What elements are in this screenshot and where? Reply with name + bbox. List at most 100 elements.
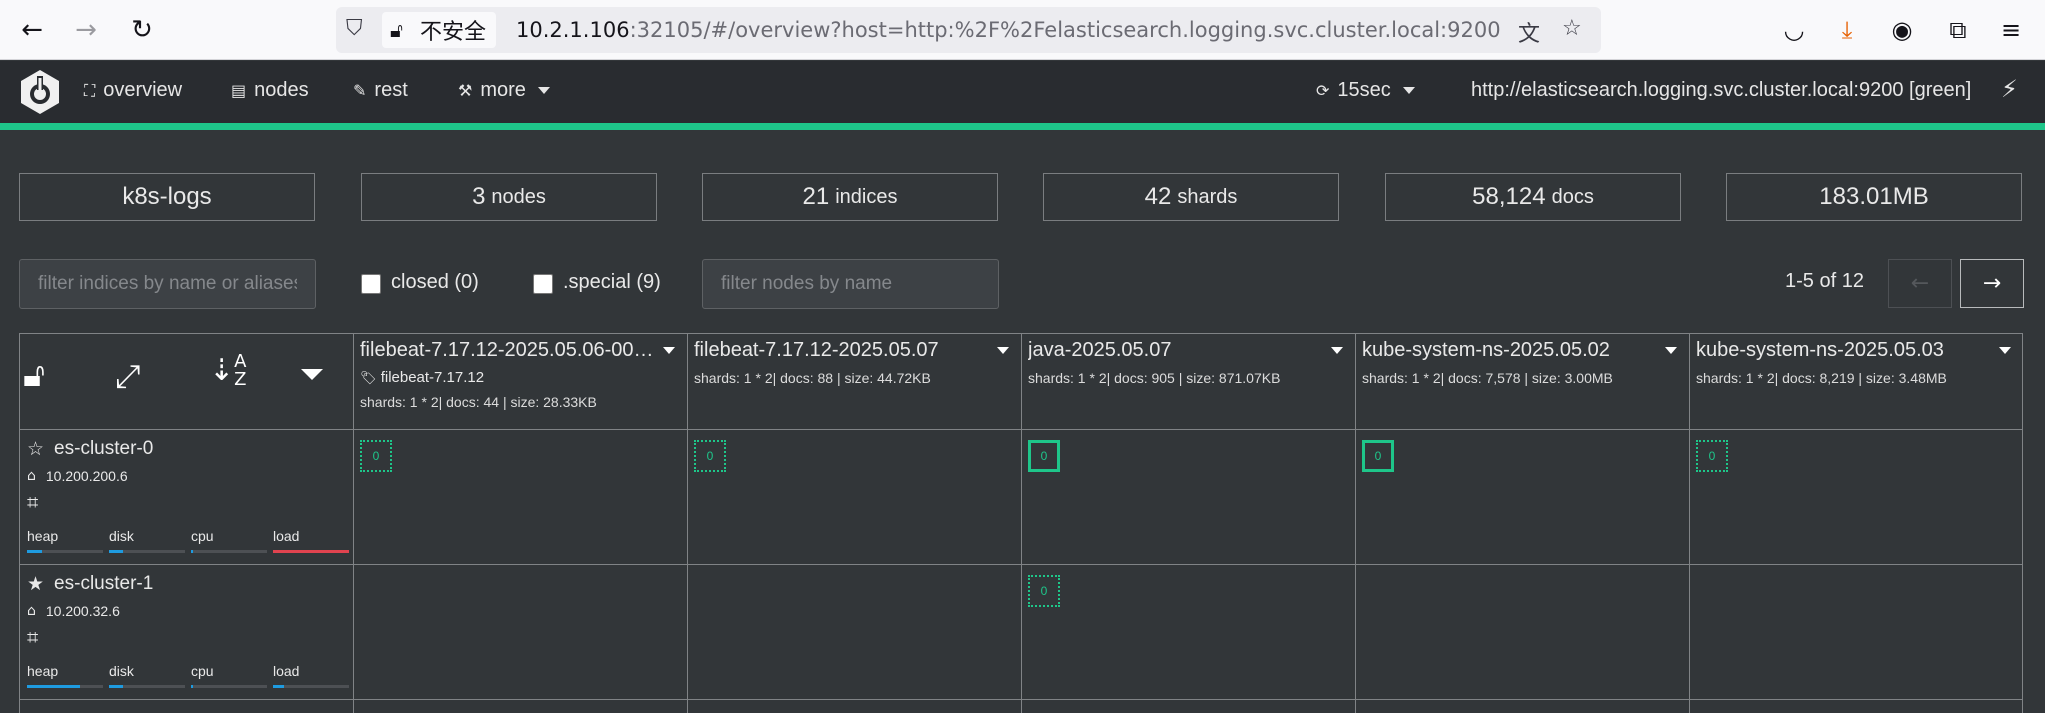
indices-unit: indices	[835, 185, 898, 208]
nav-overview[interactable]: ⛶ overview	[84, 79, 182, 102]
replica-shard[interactable]: 0	[1028, 575, 1060, 607]
primary-shard[interactable]: 0	[1028, 440, 1060, 472]
shards-unit: shards	[1177, 185, 1238, 208]
refresh-interval-label: 15sec	[1337, 79, 1391, 101]
index-name[interactable]: filebeat-7.17.12-2025.05.06-000001	[360, 339, 660, 362]
plug-icon[interactable]: ⚡	[2001, 75, 2018, 103]
replica-shard[interactable]: 0	[360, 440, 392, 472]
closed-filter[interactable]: closed (0)	[361, 270, 479, 294]
replica-shard[interactable]: 0	[694, 440, 726, 472]
pocket-icon[interactable]: ◡	[1776, 12, 1812, 48]
reload-icon[interactable]: ↻	[124, 12, 160, 48]
metric-label: disk	[109, 528, 134, 544]
metric-bar-fill	[27, 550, 43, 553]
index-header[interactable]: java-2025.05.07 shards: 1 * 2| docs: 905 …	[1022, 333, 1355, 429]
app-navbar: ⛶ overview ▤ nodes ✎ rest ⚒ more ⟳ 15sec…	[0, 61, 2045, 123]
sitemap-icon: ⛶	[84, 80, 96, 100]
shield-icon[interactable]: ⛉	[346, 16, 363, 41]
closed-checkbox[interactable]	[361, 274, 381, 294]
index-name[interactable]: filebeat-7.17.12-2025.05.07	[694, 339, 994, 362]
sort-alpha-icon[interactable]: ⇣A Z	[209, 353, 246, 389]
chevron-down-icon[interactable]	[997, 347, 1009, 354]
index-header[interactable]: kube-system-ns-2025.05.02 shards: 1 * 2| …	[1356, 333, 1689, 429]
refresh-icon: ⟳	[1316, 81, 1330, 100]
menu-icon[interactable]: ≡	[1993, 12, 2029, 48]
back-icon[interactable]: ←	[14, 12, 50, 48]
docs-unit: docs	[1551, 185, 1594, 208]
index-meta: shards: 1 * 2| docs: 8,219 | size: 3.48M…	[1696, 370, 1947, 386]
metric-bar	[191, 685, 267, 688]
extensions-icon[interactable]: ⧉	[1940, 12, 1976, 48]
metric-label: load	[273, 528, 300, 544]
hdd-icon: ⌂	[27, 468, 36, 484]
index-name[interactable]: kube-system-ns-2025.05.03	[1696, 339, 1996, 362]
nav-rest[interactable]: ✎ rest	[353, 79, 408, 102]
nav-nodes[interactable]: ▤ nodes	[231, 79, 309, 102]
metric-bar-fill	[273, 550, 349, 553]
crop-icon[interactable]: ⌗	[27, 490, 345, 514]
index-header[interactable]: filebeat-7.17.12-2025.05.07 shards: 1 * 2…	[688, 333, 1021, 429]
index-alias: 🏷︎ filebeat-7.17.12	[360, 369, 681, 386]
chevron-down-icon[interactable]	[1665, 347, 1677, 354]
star-filled-icon: ★	[27, 573, 45, 595]
insecure-lock-icon: 🔓︎	[390, 18, 403, 42]
index-header[interactable]: filebeat-7.17.12-2025.05.06-000001 🏷︎ fil…	[354, 333, 687, 429]
crop-icon[interactable]: ⌗	[27, 625, 345, 649]
metric-load: load	[273, 528, 349, 553]
translate-icon[interactable]: 文	[1518, 16, 1540, 48]
index-meta: shards: 1 * 2| docs: 7,578 | size: 3.00M…	[1362, 370, 1613, 386]
chevron-down-icon[interactable]	[301, 369, 323, 380]
primary-shard[interactable]: 0	[1362, 440, 1394, 472]
index-meta: shards: 1 * 2| docs: 44 | size: 28.33KB	[360, 394, 597, 410]
chevron-down-icon[interactable]	[1331, 347, 1343, 354]
index-name[interactable]: kube-system-ns-2025.05.02	[1362, 339, 1662, 362]
chevron-down-icon	[537, 87, 550, 94]
stat-nodes: 3 nodes	[361, 173, 657, 221]
nav-overview-label: overview	[103, 79, 183, 101]
url-text[interactable]: 10.2.1.106:32105/#/overview?host=http:%2…	[516, 18, 1501, 42]
nav-nodes-label: nodes	[254, 79, 309, 101]
unlock-icon[interactable]: 🔓︎	[23, 355, 45, 395]
cerebro-logo[interactable]	[18, 68, 62, 116]
filter-nodes-input[interactable]	[702, 259, 999, 309]
node-name-row[interactable]: ☆ es-cluster-0	[27, 438, 345, 460]
bookmark-star-icon[interactable]: ☆	[1562, 16, 1582, 41]
closed-label: closed (0)	[391, 270, 479, 293]
nav-rest-label: rest	[374, 79, 408, 101]
downloads-icon[interactable]: ⤓	[1829, 12, 1865, 48]
chevron-down-icon[interactable]	[1999, 347, 2011, 354]
metric-bar	[27, 685, 103, 688]
metric-bar	[273, 550, 349, 553]
node-name[interactable]: es-cluster-1	[54, 573, 153, 595]
replica-shard[interactable]: 0	[1696, 440, 1728, 472]
pager-range: 1-5 of 12	[1785, 270, 1864, 292]
metric-bar-fill	[191, 550, 193, 553]
metric-load: load	[273, 663, 349, 688]
metric-label: disk	[109, 663, 134, 679]
node-ip: 10.200.32.6	[45, 603, 120, 619]
next-page-button[interactable]: →	[1960, 259, 2024, 308]
node-name[interactable]: es-cluster-0	[54, 438, 153, 460]
index-header[interactable]: kube-system-ns-2025.05.03 shards: 1 * 2| …	[1690, 333, 2023, 429]
expand-icon[interactable]: ⤢	[115, 357, 141, 396]
nav-more[interactable]: ⚒ more	[458, 79, 550, 102]
browser-toolbar: ← → ↻ ⛉ 🔓︎ 不安全 10.2.1.106:32105/#/overvi…	[0, 0, 2045, 60]
chevron-down-icon[interactable]	[663, 347, 675, 354]
index-name[interactable]: java-2025.05.07	[1028, 339, 1328, 362]
filter-indices-input[interactable]	[19, 259, 316, 309]
prev-page-button[interactable]: ←	[1888, 259, 1952, 308]
node-name-row[interactable]: ★ es-cluster-1	[27, 573, 345, 595]
insecure-badge[interactable]: 🔓︎ 不安全	[382, 12, 497, 48]
address-bar[interactable]: ⛉ 🔓︎ 不安全 10.2.1.106:32105/#/overview?hos…	[336, 7, 1601, 53]
hdd-icon: ⌂	[27, 603, 36, 619]
metric-cpu: cpu	[191, 528, 267, 553]
account-icon[interactable]: ◉	[1884, 12, 1920, 48]
special-filter[interactable]: .special (9)	[533, 270, 661, 294]
metric-bar	[191, 550, 267, 553]
metric-bar-fill	[273, 685, 285, 688]
refresh-interval-dropdown[interactable]: ⟳ 15sec	[1316, 79, 1415, 102]
forward-icon[interactable]: →	[68, 12, 104, 48]
special-checkbox[interactable]	[533, 274, 553, 294]
metric-bar	[27, 550, 103, 553]
total-size: 183.01MB	[1819, 183, 1929, 210]
